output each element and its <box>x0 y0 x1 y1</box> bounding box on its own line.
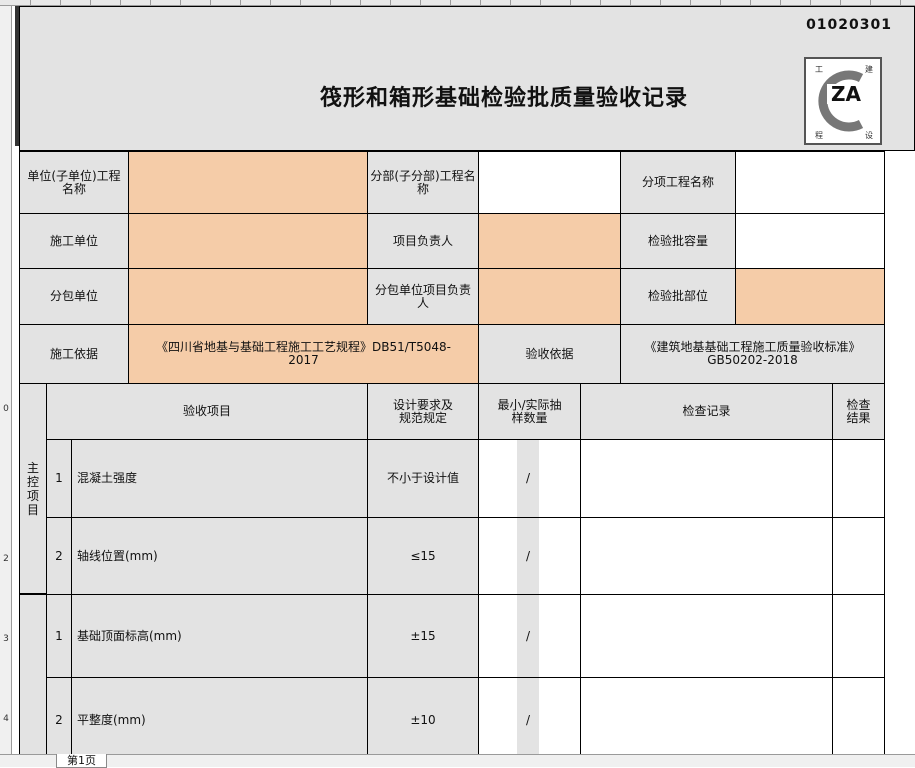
row-record-cell[interactable] <box>580 594 833 678</box>
row-number: 3 <box>3 634 9 644</box>
row-item-name: 混凝土强度 <box>71 439 368 518</box>
header-sample: 最小/实际抽样数量 <box>478 383 581 440</box>
batch-capacity-label: 检验批容量 <box>620 213 736 269</box>
acceptance-basis-value[interactable]: 《建筑地基基础工程施工质量验收标准》GB50202-2018 <box>620 324 885 384</box>
row-number-cell: 1 <box>46 594 72 678</box>
batch-location-input[interactable] <box>735 268 885 325</box>
main-control-label: 主控项目 <box>26 460 39 517</box>
main-control-group: 主控项目 <box>19 383 47 594</box>
logo-text: ZA <box>831 82 862 106</box>
row-item-name: 轴线位置(mm) <box>71 517 368 595</box>
row-number-cell: 1 <box>46 439 72 518</box>
row-sample-slash: / <box>517 677 539 764</box>
form-code: 01020301 <box>806 17 892 33</box>
row-requirement: ±10 <box>367 677 479 764</box>
row-item-name: 平整度(mm) <box>71 677 368 764</box>
svg-text:程: 程 <box>815 131 823 140</box>
subcontractor-label: 分包单位 <box>19 268 129 325</box>
row-result-cell[interactable] <box>832 517 885 595</box>
division-name-input[interactable] <box>478 151 621 214</box>
svg-text:工: 工 <box>815 65 823 74</box>
svg-text:设: 设 <box>865 130 873 140</box>
row-number: 0 <box>3 404 9 414</box>
header-result: 检查结果 <box>832 383 885 440</box>
item-name-label: 分项工程名称 <box>620 151 736 214</box>
header-record: 检查记录 <box>580 383 833 440</box>
row-result-cell[interactable] <box>832 439 885 518</box>
row-item-name: 基础顶面标高(mm) <box>71 594 368 678</box>
row-sample-slash: / <box>517 439 539 518</box>
row-record-cell[interactable] <box>580 677 833 764</box>
unit-name-input[interactable] <box>128 151 368 214</box>
header-design: 设计要求及规范规定 <box>367 383 479 440</box>
header-item: 验收项目 <box>46 383 368 440</box>
sheet-tab-bar: 第1页 <box>0 754 915 768</box>
worksheet: 筏形和箱形基础检验批质量验收记录 01020301 ZA 工 建 程 设 单位(… <box>19 6 915 764</box>
unit-name-label: 单位(子单位)工程名称 <box>19 151 129 214</box>
page-title: 筏形和箱形基础检验批质量验收记录 <box>319 86 688 111</box>
contractor-input[interactable] <box>128 213 368 269</box>
project-lead-input[interactable] <box>478 213 621 269</box>
division-name-label: 分部(子分部)工程名称 <box>367 151 479 214</box>
title-left-cell[interactable] <box>19 6 129 151</box>
row-record-cell[interactable] <box>580 439 833 518</box>
batch-capacity-input[interactable] <box>735 213 885 269</box>
sub-lead-label: 分包单位项目负责人 <box>367 268 479 325</box>
sheet-tab[interactable]: 第1页 <box>56 754 107 768</box>
row-number: 4 <box>3 714 9 724</box>
item-name-input[interactable] <box>735 151 885 214</box>
construction-basis-label: 施工依据 <box>19 324 129 384</box>
row-result-cell[interactable] <box>832 677 885 764</box>
row-requirement: ≤15 <box>367 517 479 595</box>
contractor-label: 施工单位 <box>19 213 129 269</box>
general-items-group <box>19 594 47 764</box>
row-number: 2 <box>3 554 9 564</box>
right-margin-column[interactable] <box>884 151 915 764</box>
subcontractor-input[interactable] <box>128 268 368 325</box>
row-sample-slash: / <box>517 517 539 595</box>
row-result-cell[interactable] <box>832 594 885 678</box>
sub-lead-input[interactable] <box>478 268 621 325</box>
batch-location-label: 检验批部位 <box>620 268 736 325</box>
row-header-strip[interactable]: 0 2 3 4 <box>0 6 12 754</box>
acceptance-basis-label: 验收依据 <box>478 324 621 384</box>
sheet-tab-label: 第1页 <box>67 754 96 767</box>
row-requirement: ±15 <box>367 594 479 678</box>
row-number-cell: 2 <box>46 677 72 764</box>
row-sample-slash: / <box>517 594 539 678</box>
row-requirement: 不小于设计值 <box>367 439 479 518</box>
project-lead-label: 项目负责人 <box>367 213 479 269</box>
za-logo: ZA 工 建 程 设 <box>804 57 882 145</box>
row-record-cell[interactable] <box>580 517 833 595</box>
construction-basis-value[interactable]: 《四川省地基与基础工程施工工艺规程》DB51/T5048-2017 <box>128 324 479 384</box>
row-number-cell: 2 <box>46 517 72 595</box>
svg-text:建: 建 <box>865 64 873 74</box>
